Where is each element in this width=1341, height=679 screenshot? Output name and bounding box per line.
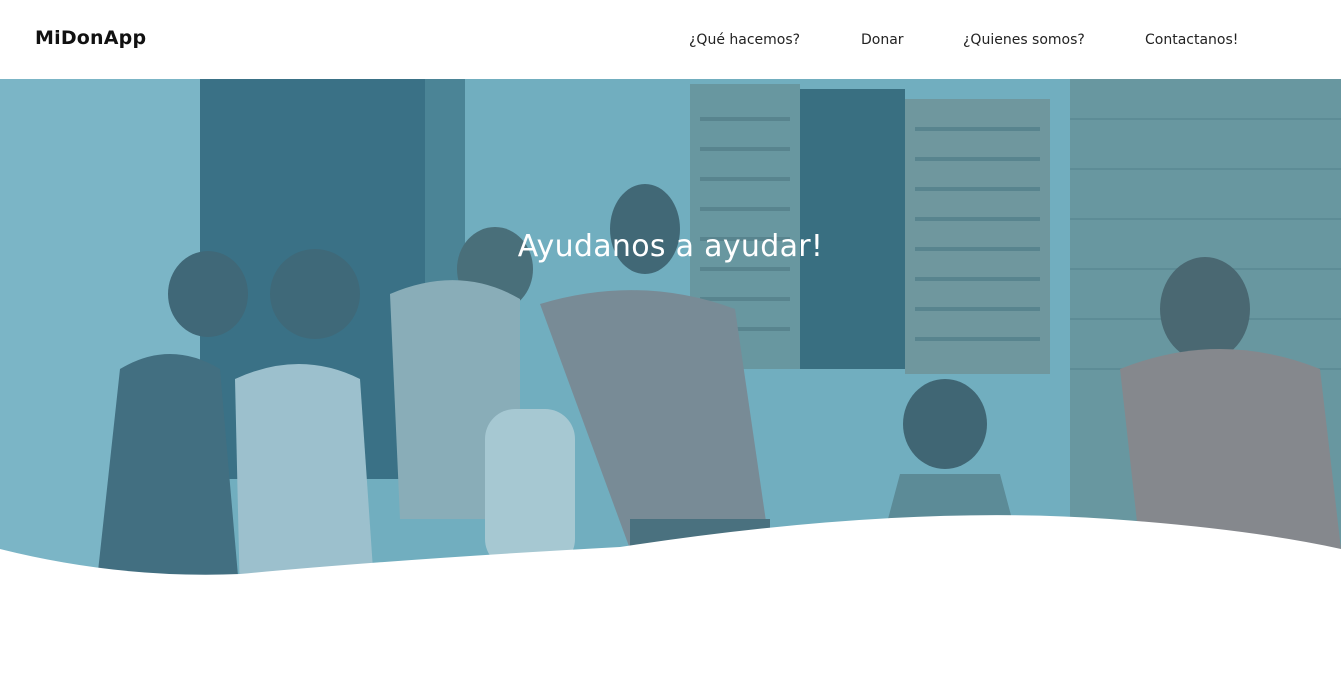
- hero-background-image: [0, 79, 1341, 599]
- brand-logo[interactable]: MiDonApp: [35, 27, 146, 49]
- nav-link-donar[interactable]: Donar: [861, 32, 904, 48]
- nav-link-quienes-somos[interactable]: ¿Quienes somos?: [963, 32, 1085, 48]
- nav-link-contactanos[interactable]: Contactanos!: [1145, 32, 1238, 48]
- navbar: MiDonApp ¿Qué hacemos? Donar ¿Quienes so…: [0, 0, 1341, 79]
- nav-link-que-hacemos[interactable]: ¿Qué hacemos?: [689, 32, 800, 48]
- hero-title: Ayudanos a ayudar!: [517, 229, 824, 264]
- hero-section: Ayudanos a ayudar!: [0, 79, 1341, 599]
